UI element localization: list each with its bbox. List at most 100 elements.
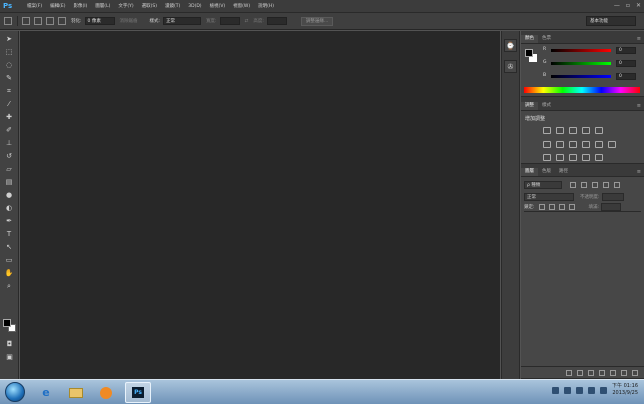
brightness-icon[interactable] [543,127,551,134]
panel-menu-icon[interactable]: ≡ [637,36,641,42]
history-panel-icon[interactable]: ⌚ [504,39,517,52]
posterize-icon[interactable] [556,154,564,161]
properties-panel-icon[interactable]: ✇ [504,60,517,73]
black-white-icon[interactable] [569,141,577,148]
taskbar-media-player-icon[interactable] [93,382,119,403]
link-layers-icon[interactable] [566,369,572,376]
new-selection-icon[interactable] [22,17,30,25]
minimize-button[interactable]: — [614,2,620,9]
tab-paths[interactable]: 路徑 [555,168,572,176]
red-value-input[interactable]: 0 [616,47,636,54]
fill-input[interactable] [601,202,622,211]
filter-shape-icon[interactable] [603,181,609,188]
tab-adjustments[interactable]: 調整 [521,102,538,110]
marquee-tool-preset-icon[interactable] [4,17,12,25]
eraser-tool-icon[interactable]: ▱ [3,164,16,174]
eyedropper-tool-icon[interactable]: ⁄ [3,99,16,109]
add-selection-icon[interactable] [34,17,42,25]
screen-mode-icon[interactable]: ▣ [3,352,16,362]
menu-file[interactable]: 檔案(F) [27,3,42,9]
filter-type-icon[interactable] [592,181,598,188]
dodge-tool-icon[interactable]: ◐ [3,203,16,213]
blue-slider[interactable] [551,75,611,78]
tab-styles[interactable]: 樣式 [538,102,555,110]
green-value-input[interactable]: 0 [616,60,636,67]
threshold-icon[interactable] [569,154,577,161]
blue-value-input[interactable]: 0 [616,73,636,80]
swap-icon[interactable]: ⇄ [245,19,249,24]
maximize-button[interactable]: ▫ [626,2,630,9]
new-adjustment-layer-icon[interactable] [599,369,605,376]
new-layer-icon[interactable] [621,369,627,376]
menu-filter[interactable]: 濾鏡(T) [165,3,180,9]
invert-icon[interactable] [543,154,551,161]
crop-tool-icon[interactable]: ⌗ [3,86,16,96]
red-slider[interactable] [551,49,611,52]
lock-position-icon[interactable] [558,203,565,210]
width-input[interactable] [219,17,240,25]
taskbar-ie-icon[interactable]: e [33,382,59,403]
taskbar-explorer-icon[interactable] [63,382,89,403]
photo-filter-icon[interactable] [582,141,590,148]
height-input[interactable] [266,17,287,25]
menu-image[interactable]: 影像(I) [73,3,87,9]
gradient-tool-icon[interactable]: ▤ [3,177,16,187]
move-tool-icon[interactable]: ➤ [3,34,16,44]
panel-foreground-swatch[interactable] [525,49,533,57]
workspace-select[interactable]: 基本功能 [586,16,636,26]
type-tool-icon[interactable]: T [3,229,16,239]
color-spectrum-ramp[interactable] [524,87,640,93]
blend-mode-select[interactable]: 正常 [524,192,574,201]
menu-layer[interactable]: 圖層(L) [95,3,110,9]
color-lookup-icon[interactable] [608,141,616,148]
add-mask-icon[interactable] [588,369,594,376]
lock-transparent-icon[interactable] [538,203,545,210]
rectangle-tool-icon[interactable]: ▭ [3,255,16,265]
lasso-tool-icon[interactable]: ◌ [3,60,16,70]
new-group-icon[interactable] [610,369,616,376]
panel-menu-icon[interactable]: ≡ [637,169,641,175]
filter-adjustment-icon[interactable] [581,181,587,188]
menu-help[interactable]: 說明(H) [258,3,274,9]
tab-swatches[interactable]: 色票 [538,35,555,43]
subtract-selection-icon[interactable] [46,17,54,25]
foreground-color-swatch[interactable] [3,319,11,327]
antialias-checkbox[interactable]: 消除鋸齒 [120,18,138,24]
filter-pixel-icon[interactable] [570,181,576,188]
delete-layer-icon[interactable] [632,369,638,376]
pen-tool-icon[interactable]: ✒ [3,216,16,226]
menu-edit[interactable]: 編輯(E) [50,3,65,9]
network-icon[interactable] [564,386,571,394]
healing-brush-tool-icon[interactable]: ✚ [3,112,16,122]
lock-image-icon[interactable] [548,203,555,210]
style-select[interactable]: 正常 [163,17,202,25]
menu-3d[interactable]: 3D(D) [188,4,201,9]
marquee-tool-icon[interactable]: ⬚ [3,47,16,57]
flag-icon[interactable] [588,386,595,394]
brush-tool-icon[interactable]: ✐ [3,125,16,135]
start-button[interactable] [5,382,25,402]
blur-tool-icon[interactable]: ● [3,190,16,200]
selective-color-icon[interactable] [595,154,603,161]
panel-menu-icon[interactable]: ≡ [637,103,641,109]
channel-mixer-icon[interactable] [595,141,603,148]
taskbar-photoshop-icon[interactable]: Ps [125,382,151,403]
clone-stamp-tool-icon[interactable]: ⊥ [3,138,16,148]
refine-edge-button[interactable]: 調整邊緣... [300,16,334,26]
levels-icon[interactable] [556,127,564,134]
gradient-map-icon[interactable] [582,154,590,161]
hue-saturation-icon[interactable] [543,141,551,148]
vibrance-icon[interactable] [595,127,603,134]
curves-icon[interactable] [569,127,577,134]
menu-type[interactable]: 文字(Y) [118,3,133,9]
zoom-tool-icon[interactable]: ⌕ [3,281,16,291]
quick-mask-icon[interactable]: ◘ [3,339,16,349]
tab-color[interactable]: 顏色 [521,35,538,43]
clock[interactable]: 下午 01:16 2013/9/25 [612,383,638,397]
menu-window[interactable]: 視窗(W) [233,3,250,9]
tab-layers[interactable]: 圖層 [521,168,538,176]
opacity-input[interactable] [601,192,624,201]
quick-select-tool-icon[interactable]: ✎ [3,73,16,83]
green-slider[interactable] [551,62,611,65]
layers-list[interactable] [524,211,641,356]
